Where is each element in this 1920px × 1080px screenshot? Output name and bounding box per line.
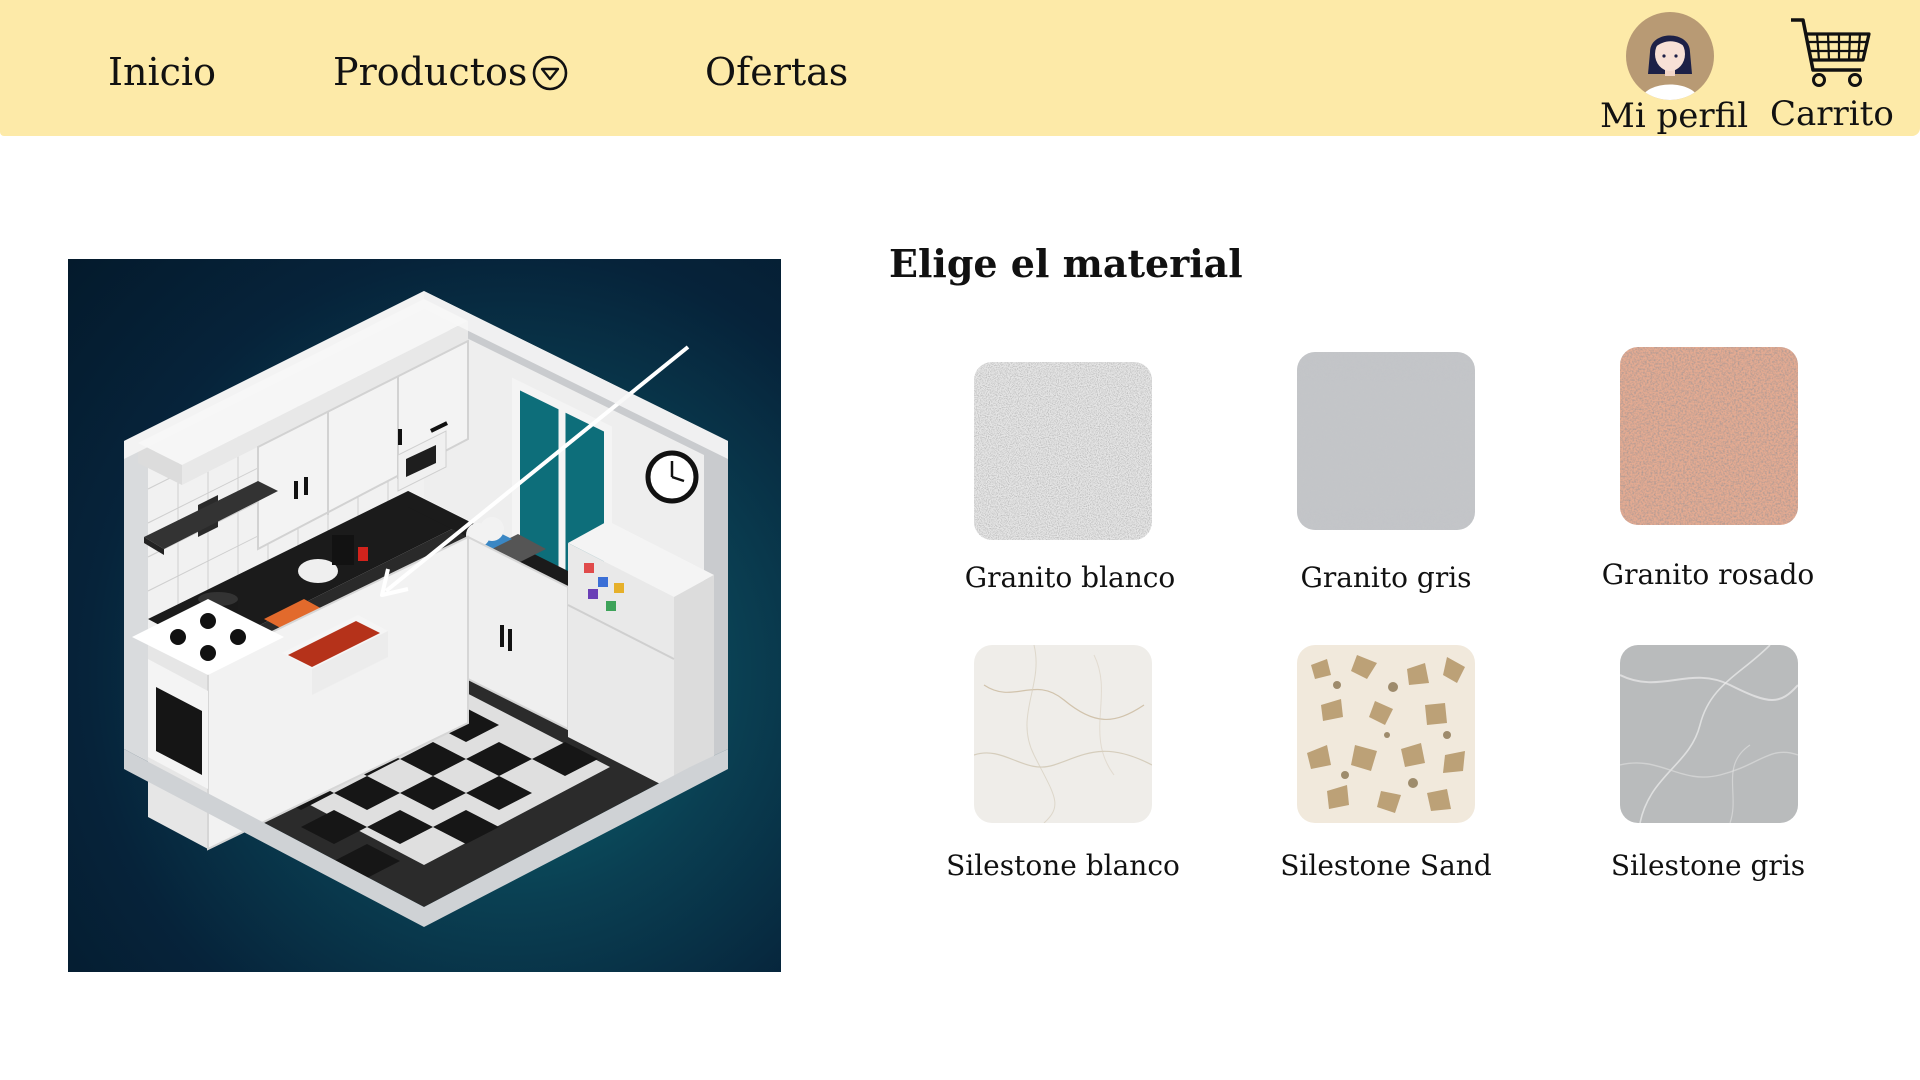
nav-productos-menu[interactable]: Productos — [333, 48, 569, 96]
kitchen-preview-image — [68, 259, 781, 972]
material-swatch-silestone-gris[interactable] — [1620, 645, 1798, 823]
shopping-cart-icon — [1791, 18, 1871, 87]
material-swatch-granito-gris[interactable] — [1297, 352, 1475, 530]
top-navigation-bar: Inicio Productos Ofertas Mi perfil Carri… — [0, 0, 1920, 136]
profile-button[interactable]: Mi perfil — [1600, 12, 1749, 136]
material-label-silestone-gris[interactable]: Silestone gris — [1558, 848, 1858, 884]
chevron-down-circle-icon[interactable] — [531, 54, 569, 92]
nav-inicio-link[interactable]: Inicio — [108, 48, 216, 96]
material-label-granito-blanco[interactable]: Granito blanco — [920, 560, 1220, 596]
material-label-granito-rosado[interactable]: Granito rosado — [1558, 557, 1858, 593]
cart-label: Carrito — [1770, 94, 1894, 134]
material-swatch-silestone-sand[interactable] — [1297, 645, 1475, 823]
material-label-granito-gris[interactable]: Granito gris — [1236, 560, 1536, 596]
material-swatch-granito-rosado[interactable] — [1620, 347, 1798, 525]
avatar-icon — [1626, 12, 1714, 100]
material-swatch-silestone-blanco[interactable] — [974, 645, 1152, 823]
profile-label: Mi perfil — [1600, 96, 1749, 136]
material-label-silestone-blanco[interactable]: Silestone blanco — [913, 848, 1213, 884]
cart-button[interactable]: Carrito — [1770, 12, 1894, 136]
nav-ofertas-link[interactable]: Ofertas — [705, 48, 848, 96]
nav-productos-label: Productos — [333, 50, 528, 94]
material-swatch-granito-blanco[interactable] — [974, 362, 1152, 540]
material-label-silestone-sand[interactable]: Silestone Sand — [1236, 848, 1536, 884]
material-section-title: Elige el material — [889, 241, 1243, 286]
